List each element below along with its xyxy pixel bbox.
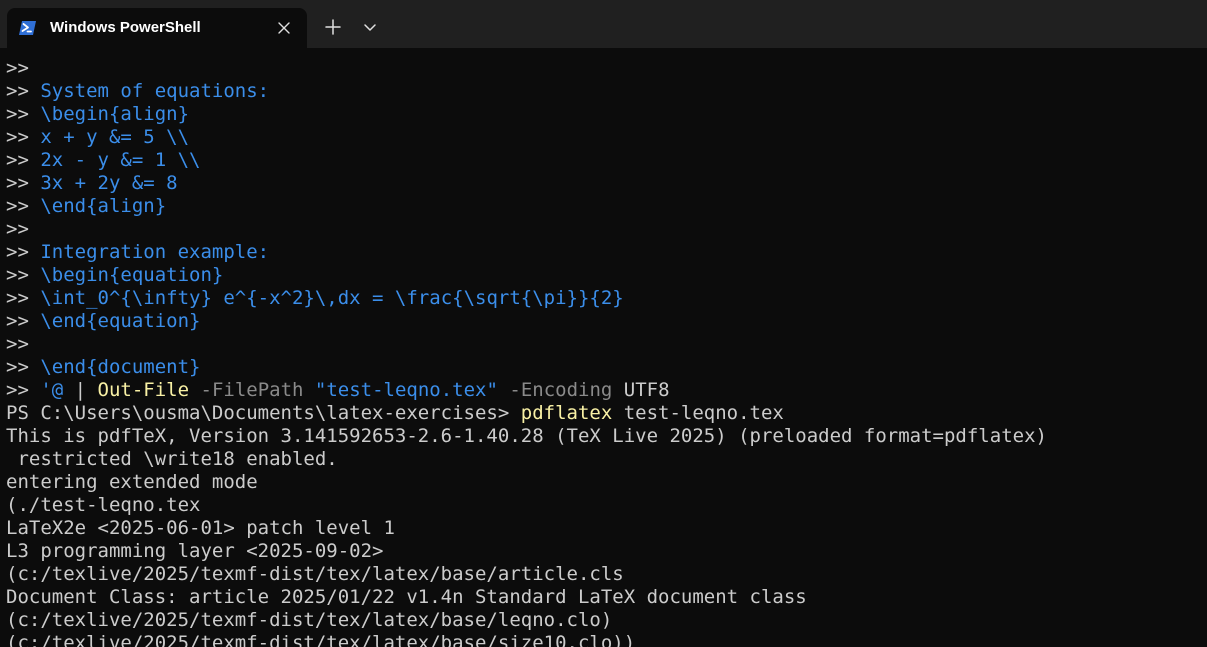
terminal-line: >> 2x - y &= 1 \\ xyxy=(6,149,1207,172)
terminal-text-segment: L3 programming layer <2025-09-02> xyxy=(6,540,384,562)
terminal-text-segment: \int_0^{\infty} e^{-x^2}\,dx = \frac{\sq… xyxy=(40,287,624,309)
terminal-text-segment: (c:/texlive/2025/texmf-dist/tex/latex/ba… xyxy=(6,563,624,585)
terminal-line: >> xyxy=(6,57,1207,80)
terminal-text-segment: >> xyxy=(6,149,41,171)
plus-icon[interactable] xyxy=(319,13,347,41)
terminal-text-segment: >> xyxy=(6,333,29,355)
terminal-text-segment: \end{document} xyxy=(40,356,201,378)
terminal-window: Windows PowerShell >> >> System of equati… xyxy=(0,0,1207,647)
terminal-text-segment: >> xyxy=(6,195,41,217)
terminal-text-segment: x + y &= 5 \\ xyxy=(40,126,190,148)
terminal-line: >> Integration example: xyxy=(6,241,1207,264)
terminal-text-segment: >> xyxy=(6,379,41,401)
terminal-line: (c:/texlive/2025/texmf-dist/tex/latex/ba… xyxy=(6,609,1207,632)
terminal-output[interactable]: >> >> System of equations: >> \begin{align… xyxy=(6,57,1207,647)
terminal-line: PS C:\Users\ousma\Documents\latex-exerci… xyxy=(6,402,1207,425)
terminal-text-segment: >> xyxy=(6,287,41,309)
terminal-line: (c:/texlive/2025/texmf-dist/tex/latex/ba… xyxy=(6,632,1207,647)
terminal-line: >> '@ | Out-File -FilePath "test-leqno.t… xyxy=(6,379,1207,402)
terminal-text-segment: -Encoding xyxy=(497,379,624,401)
terminal-text-segment: >> xyxy=(6,126,41,148)
terminal-line: entering extended mode xyxy=(6,471,1207,494)
terminal-text-segment: 2x - y &= 1 \\ xyxy=(40,149,201,171)
terminal-text-segment: \end{equation} xyxy=(40,310,201,332)
terminal-line: >> \end{equation} xyxy=(6,310,1207,333)
terminal-text-segment: '@ xyxy=(40,379,64,401)
terminal-text-segment: >> xyxy=(6,310,41,332)
terminal-text-segment: Document Class: article 2025/01/22 v1.4n… xyxy=(6,586,807,608)
terminal-text-segment: -FilePath xyxy=(189,379,315,401)
terminal-text-segment: (c:/texlive/2025/texmf-dist/tex/latex/ba… xyxy=(6,609,613,631)
terminal-text-segment: UTF8 xyxy=(623,379,670,401)
terminal-text-segment: (./test-leqno.tex xyxy=(6,494,201,516)
terminal-text-segment: This is pdfTeX, Version 3.141592653-2.6-… xyxy=(6,425,1047,447)
terminal-line: >> \end{document} xyxy=(6,356,1207,379)
terminal-text-segment: >> xyxy=(6,264,41,286)
terminal-line: >> System of equations: xyxy=(6,80,1207,103)
terminal-line: >> xyxy=(6,333,1207,356)
terminal-text-segment: >> xyxy=(6,80,41,102)
terminal-text-segment: >> xyxy=(6,172,41,194)
terminal-text-segment: 3x + 2y &= 8 xyxy=(40,172,178,194)
terminal-text-segment: "test-leqno.tex" xyxy=(314,379,498,401)
terminal-line: This is pdfTeX, Version 3.141592653-2.6-… xyxy=(6,425,1207,448)
terminal-text-segment: PS C:\Users\ousma\Documents\latex-exerci… xyxy=(6,402,521,424)
terminal-text-segment: Integration example: xyxy=(40,241,270,263)
terminal-line: LaTeX2e <2025-06-01> patch level 1 xyxy=(6,517,1207,540)
tab-bar: Windows PowerShell xyxy=(0,0,1207,48)
terminal-text-segment: >> xyxy=(6,241,41,263)
terminal-text-segment: test-leqno.tex xyxy=(612,402,784,424)
terminal-line: >> \int_0^{\infty} e^{-x^2}\,dx = \frac{… xyxy=(6,287,1207,310)
terminal-line: >> \end{align} xyxy=(6,195,1207,218)
terminal-line: L3 programming layer <2025-09-02> xyxy=(6,540,1207,563)
terminal-text-segment: entering extended mode xyxy=(6,471,258,493)
tab-title: Windows PowerShell xyxy=(50,19,201,36)
terminal-text-segment: >> xyxy=(6,218,29,240)
terminal-text-segment: >> xyxy=(6,103,41,125)
terminal-text-segment: >> xyxy=(6,57,29,79)
terminal-line: (./test-leqno.tex xyxy=(6,494,1207,517)
terminal-line: >> 3x + 2y &= 8 xyxy=(6,172,1207,195)
chevron-down-icon[interactable] xyxy=(356,13,384,41)
terminal-text-segment: System of equations: xyxy=(40,80,270,102)
terminal-text-segment: Out-File xyxy=(97,379,190,401)
terminal-line: >> \begin{equation} xyxy=(6,264,1207,287)
terminal-line: >> xyxy=(6,218,1207,241)
terminal-line: restricted \write18 enabled. xyxy=(6,448,1207,471)
terminal-text-segment: pdflatex xyxy=(520,402,613,424)
terminal-text-segment: | xyxy=(63,379,98,401)
terminal-text-segment: restricted \write18 enabled. xyxy=(6,448,338,470)
terminal-text-segment: \end{align} xyxy=(40,195,167,217)
terminal-text-segment: LaTeX2e <2025-06-01> patch level 1 xyxy=(6,517,395,539)
terminal-text-segment: >> xyxy=(6,356,41,378)
tab-windows-powershell[interactable]: Windows PowerShell xyxy=(7,8,307,48)
close-icon[interactable] xyxy=(275,19,293,37)
terminal-text-segment: (c:/texlive/2025/texmf-dist/tex/latex/ba… xyxy=(6,632,636,647)
terminal-text-segment: \begin{equation} xyxy=(40,264,224,286)
powershell-icon xyxy=(19,19,37,37)
terminal-line: (c:/texlive/2025/texmf-dist/tex/latex/ba… xyxy=(6,563,1207,586)
terminal-line: >> \begin{align} xyxy=(6,103,1207,126)
terminal-line: Document Class: article 2025/01/22 v1.4n… xyxy=(6,586,1207,609)
terminal-text-segment: \begin{align} xyxy=(40,103,190,125)
terminal-line: >> x + y &= 5 \\ xyxy=(6,126,1207,149)
